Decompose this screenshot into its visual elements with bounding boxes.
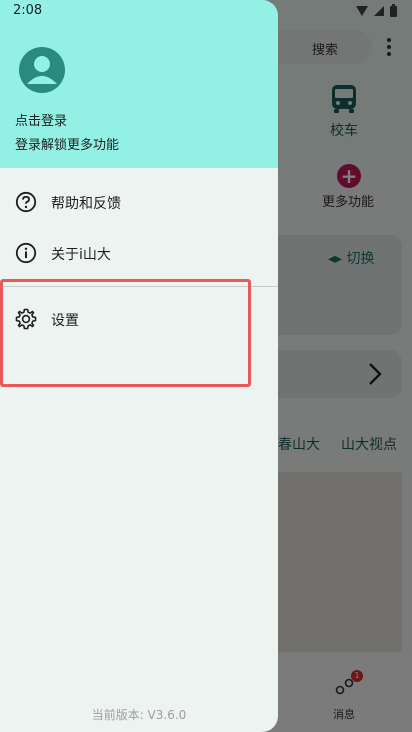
status-icons: [356, 4, 397, 17]
menu-label-help-feedback: 帮助和反馈: [51, 196, 121, 212]
login-subtitle: 登录解锁更多功能: [15, 138, 120, 153]
drawer-header[interactable]: 点击登录 登录解锁更多功能: [0, 0, 278, 168]
menu-item-about[interactable]: 关于i山大: [0, 230, 278, 276]
signal-icon: [374, 6, 384, 16]
info-icon: [15, 242, 37, 264]
menu-item-help-feedback[interactable]: 帮助和反馈: [0, 179, 278, 225]
login-title[interactable]: 点击登录: [15, 110, 67, 129]
settings-highlight-box: [0, 279, 251, 387]
menu-label-about: 关于i山大: [51, 247, 111, 263]
help-circle-icon: [15, 191, 37, 213]
wifi-icon: [356, 6, 368, 16]
status-time: 2:08: [13, 3, 43, 18]
avatar-icon[interactable]: [18, 46, 66, 94]
app-version: 当前版本: V3.6.0: [91, 708, 187, 722]
battery-icon: [390, 6, 397, 17]
